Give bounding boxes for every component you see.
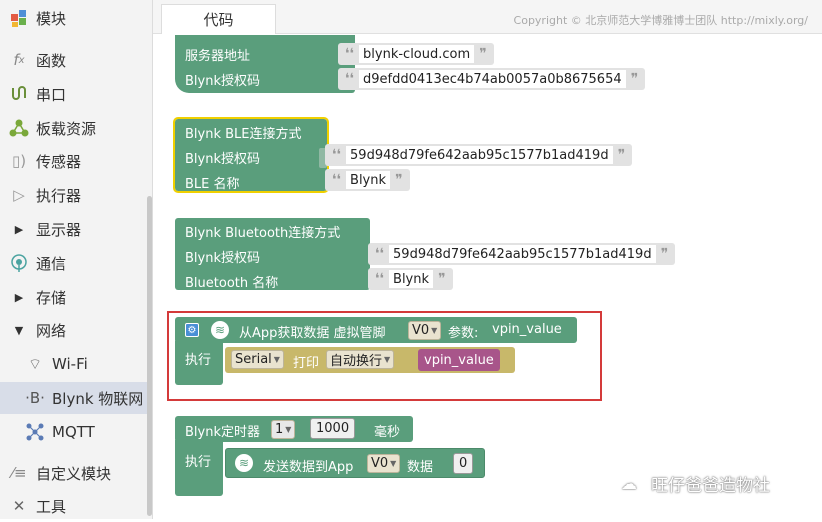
wifi-signal-icon: ≋ xyxy=(235,454,253,472)
ble-name-field[interactable]: ❛❛ Blynk ❞ xyxy=(325,169,410,191)
sidebar-item-sensor[interactable]: ▯) 传感器 xyxy=(0,145,148,177)
tab-code[interactable]: 代码 xyxy=(161,4,276,34)
sidebar-item-label: 板载资源 xyxy=(36,119,97,138)
copyright-text: Copyright © 北京师范大学博雅博士团队 http://mixly.or… xyxy=(513,14,808,27)
server-address-label: 服务器地址 xyxy=(185,49,251,64)
puzzle-icon xyxy=(6,8,32,28)
sidebar-item-storage[interactable]: ▶ 存储 xyxy=(0,281,148,313)
sidebar-item-function[interactable]: fx 函数 xyxy=(0,44,148,76)
communication-icon xyxy=(6,253,32,273)
bluetooth-auth-label: Blynk授权码 xyxy=(185,251,260,266)
sidebar-item-blynk[interactable]: ·B· Blynk 物联网 xyxy=(0,382,148,414)
timer-title: Blynk定时器 xyxy=(185,425,260,440)
sidebar-item-label: MQTT xyxy=(52,423,95,441)
sidebar-item-label: 执行器 xyxy=(36,186,82,205)
timer-unit-label: 毫秒 xyxy=(374,425,401,440)
auth-value[interactable]: d9efdd0413ec4b74ab0057a0b8675654 xyxy=(359,70,626,88)
sidebar-item-label: 显示器 xyxy=(36,220,82,239)
ble-auth-label: Blynk授权码 xyxy=(185,152,260,167)
timer-exec-label: 执行 xyxy=(185,455,212,470)
server-address-field[interactable]: ❛❛ blynk-cloud.com ❞ xyxy=(338,43,494,65)
bluetooth-name-field[interactable]: ❛❛ Blynk ❞ xyxy=(368,268,453,290)
mqtt-icon xyxy=(22,422,48,442)
sidebar-item-display[interactable]: ▶ 显示器 xyxy=(0,213,148,245)
sidebar-item-label: 串口 xyxy=(36,85,67,104)
send-pin-dropdown[interactable]: V0 ▼ xyxy=(367,454,401,473)
highlight-box xyxy=(167,311,602,401)
bluetooth-title: Blynk Bluetooth连接方式 xyxy=(185,226,341,241)
ble-name-label: BLE 名称 xyxy=(185,177,240,192)
watermark-text: 旺仔爸爸造物社 xyxy=(651,476,770,496)
sidebar-item-label: 传感器 xyxy=(36,152,82,171)
bluetooth-name-label: Bluetooth 名称 xyxy=(185,276,279,291)
bluetooth-b-icon: ·B· xyxy=(25,389,45,407)
sidebar-item-label: 存储 xyxy=(36,288,67,307)
sensor-icon: ▯) xyxy=(11,152,27,170)
tools-icon: ✕ xyxy=(12,497,26,515)
sidebar-item-wifi[interactable]: ⌔ Wi-Fi xyxy=(0,348,148,380)
data-label: 数据 xyxy=(407,460,434,475)
board-resource-icon xyxy=(6,118,32,138)
sidebar-item-serial[interactable]: 串口 xyxy=(0,78,148,110)
send-pin-value: V0 xyxy=(371,456,389,471)
custom-module-icon: ⁄≡ xyxy=(11,464,27,482)
block-workspace[interactable]: 服务器地址 ❛❛ blynk-cloud.com ❞ Blynk授权码 ❛❛ d9ef… xyxy=(153,35,822,519)
send-data-field[interactable]: 0 xyxy=(453,453,474,474)
wifi-icon: ⌔ xyxy=(27,354,43,373)
timer-index-dropdown[interactable]: 1 ▼ xyxy=(271,420,296,439)
expand-triangle-icon: ▶ xyxy=(14,290,24,304)
category-sidebar: 模块 fx 函数 串口 板载资源 ▯) 传感器 ▷ 执行器 ▶ 显示器 通信 ▶… xyxy=(0,0,153,519)
sidebar-item-module[interactable]: 模块 xyxy=(0,2,148,34)
ble-name-value[interactable]: Blynk xyxy=(346,171,391,189)
wechat-icon: ☁ xyxy=(621,473,637,493)
timer-interval-value[interactable]: 1000 xyxy=(316,421,349,436)
auth-label: Blynk授权码 xyxy=(185,74,260,89)
send-to-app-label: 发送数据到App xyxy=(263,460,354,475)
watermark: ☁ 旺仔爸爸造物社 xyxy=(621,471,770,497)
bluetooth-auth-field[interactable]: ❛❛ 59d948d79fe642aab95c1577b1ad419d ❞ xyxy=(368,243,676,265)
sidebar-item-custom-module[interactable]: ⁄≡ 自定义模块 xyxy=(0,457,148,489)
ble-auth-field[interactable]: ❛❛ 59d948d79fe642aab95c1577b1ad419d ❞ xyxy=(325,144,633,166)
ble-auth-value[interactable]: 59d948d79fe642aab95c1577b1ad419d xyxy=(346,146,613,164)
auth-field[interactable]: ❛❛ d9efdd0413ec4b74ab0057a0b8675654 ❞ xyxy=(338,68,646,90)
sidebar-item-label: Blynk 物联网 xyxy=(52,389,144,408)
sidebar-scrollbar[interactable] xyxy=(147,196,152,516)
sidebar-item-board-resource[interactable]: 板载资源 xyxy=(0,112,148,144)
expand-triangle-icon: ▶ xyxy=(14,222,24,236)
sidebar-item-mqtt[interactable]: MQTT xyxy=(0,416,148,448)
sidebar-item-label: 网络 xyxy=(36,321,67,340)
sidebar-item-actuator[interactable]: ▷ 执行器 xyxy=(0,179,148,211)
sidebar-item-tools[interactable]: ✕ 工具 xyxy=(0,490,148,522)
sidebar-item-label: 通信 xyxy=(36,254,67,273)
sidebar-item-label: Wi-Fi xyxy=(52,355,88,373)
bluetooth-auth-value[interactable]: 59d948d79fe642aab95c1577b1ad419d xyxy=(389,245,656,263)
sidebar-item-label: 模块 xyxy=(36,9,67,28)
timer-index-value: 1 xyxy=(275,422,284,437)
bluetooth-name-value[interactable]: Blynk xyxy=(389,270,434,288)
collapse-triangle-icon: ▼ xyxy=(14,323,24,337)
ble-title: Blynk BLE连接方式 xyxy=(185,127,302,142)
server-address-value[interactable]: blynk-cloud.com xyxy=(359,45,475,63)
sidebar-item-label: 工具 xyxy=(36,497,67,516)
sidebar-item-communication[interactable]: 通信 xyxy=(0,247,148,279)
send-data-value[interactable]: 0 xyxy=(459,456,467,471)
sidebar-item-label: 自定义模块 xyxy=(36,464,112,483)
sidebar-item-label: 函数 xyxy=(36,51,67,70)
function-icon: fx xyxy=(13,51,25,69)
tab-bar: 代码 Copyright © 北京师范大学博雅博士团队 http://mixly… xyxy=(153,0,822,34)
timer-interval-field[interactable]: 1000 xyxy=(310,418,356,439)
sidebar-item-network[interactable]: ▼ 网络 xyxy=(0,314,148,346)
serial-port-icon xyxy=(6,84,32,104)
actuator-icon: ▷ xyxy=(13,186,25,204)
